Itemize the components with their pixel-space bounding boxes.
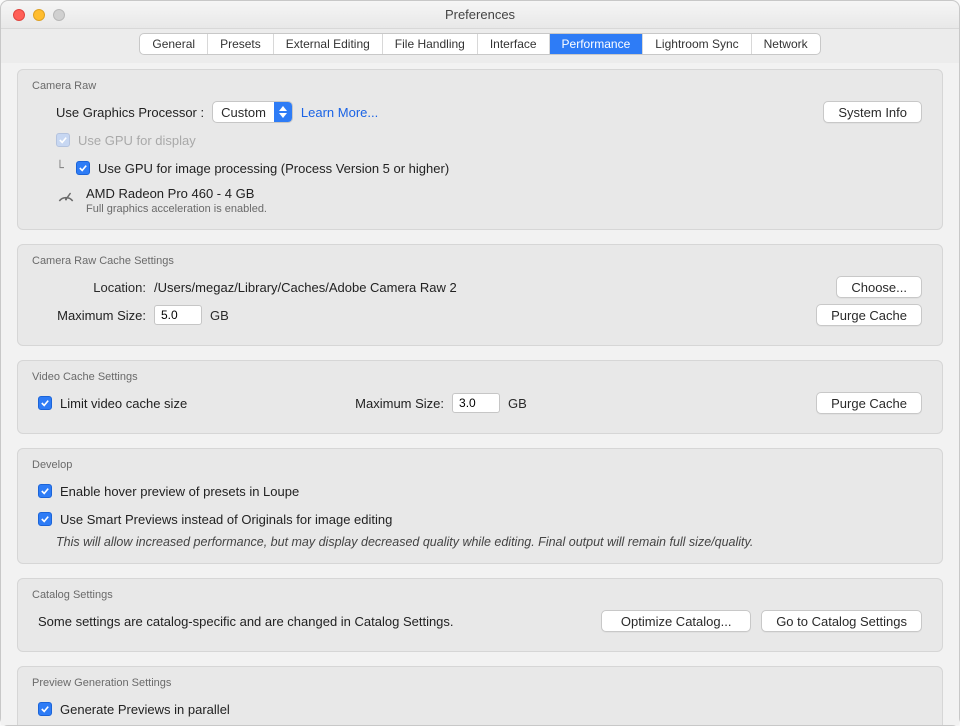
gpu-processing-checkbox[interactable] [76,161,90,175]
limit-video-cache-label: Limit video cache size [60,396,187,411]
select-arrows-icon [274,101,292,123]
preferences-window: Preferences GeneralPresetsExternal Editi… [0,0,960,726]
catalog-text: Some settings are catalog-specific and a… [38,614,454,629]
cache-location-value: /Users/megaz/Library/Caches/Adobe Camera… [154,280,457,295]
raw-cache-max-label: Maximum Size: [38,308,146,323]
tree-branch-icon: └ [56,161,68,176]
gpu-status: Full graphics acceleration is enabled. [86,203,267,215]
catalog-group-label: Catalog Settings [32,589,922,601]
develop-group: Develop Enable hover preview of presets … [17,448,943,564]
raw-cache-unit: GB [210,308,229,323]
tab-bar: GeneralPresetsExternal EditingFile Handl… [1,29,959,63]
tab-general[interactable]: General [140,34,208,54]
optimize-catalog-button[interactable]: Optimize Catalog... [601,610,751,632]
graphics-processor-select[interactable]: Custom [212,101,293,123]
camera-raw-group-label: Camera Raw [32,80,922,92]
raw-cache-group: Camera Raw Cache Settings Location: /Use… [17,244,943,346]
video-cache-max-label: Maximum Size: [355,396,444,411]
hover-preview-label: Enable hover preview of presets in Loupe [60,484,299,499]
hover-preview-checkbox[interactable] [38,484,52,498]
tab-external-editing[interactable]: External Editing [274,34,383,54]
titlebar: Preferences [1,1,959,29]
tab-lightroom-sync[interactable]: Lightroom Sync [643,34,751,54]
catalog-group: Catalog Settings Some settings are catal… [17,578,943,652]
goto-catalog-settings-button[interactable]: Go to Catalog Settings [761,610,922,632]
smart-previews-label: Use Smart Previews instead of Originals … [60,512,392,527]
preview-generation-group-label: Preview Generation Settings [32,677,922,689]
graphics-processor-value: Custom [213,105,274,120]
tab-file-handling[interactable]: File Handling [383,34,478,54]
cache-location-label: Location: [56,280,146,295]
gpu-display-label: Use GPU for display [78,133,196,148]
video-cache-group-label: Video Cache Settings [32,371,922,383]
window-title: Preferences [1,7,959,22]
video-cache-unit: GB [508,396,527,411]
choose-cache-button[interactable]: Choose... [836,276,922,298]
preview-generation-group: Preview Generation Settings Generate Pre… [17,666,943,725]
tab-performance[interactable]: Performance [550,34,644,54]
smart-previews-checkbox[interactable] [38,512,52,526]
video-cache-max-input[interactable] [452,393,500,413]
video-cache-group: Video Cache Settings Limit video cache s… [17,360,943,434]
graphics-processor-label: Use Graphics Processor : [56,105,204,120]
smart-previews-note: This will allow increased performance, b… [56,535,922,549]
learn-more-link[interactable]: Learn More... [301,105,378,120]
parallel-previews-label: Generate Previews in parallel [60,702,230,717]
system-info-button[interactable]: System Info [823,101,922,123]
limit-video-cache-checkbox[interactable] [38,396,52,410]
gpu-processing-label: Use GPU for image processing (Process Ve… [98,161,449,176]
parallel-previews-checkbox[interactable] [38,702,52,716]
speedometer-icon [56,186,76,206]
camera-raw-group: Camera Raw Use Graphics Processor : Cust… [17,69,943,230]
raw-cache-max-input[interactable] [154,305,202,325]
gpu-name: AMD Radeon Pro 460 - 4 GB [86,186,267,201]
tab-presets[interactable]: Presets [208,34,274,54]
tab-network[interactable]: Network [752,34,820,54]
purge-video-cache-button[interactable]: Purge Cache [816,392,922,414]
purge-raw-cache-button[interactable]: Purge Cache [816,304,922,326]
tab-interface[interactable]: Interface [478,34,550,54]
develop-group-label: Develop [32,459,922,471]
raw-cache-group-label: Camera Raw Cache Settings [32,255,922,267]
gpu-display-checkbox [56,133,70,147]
content-area: Camera Raw Use Graphics Processor : Cust… [1,63,959,725]
